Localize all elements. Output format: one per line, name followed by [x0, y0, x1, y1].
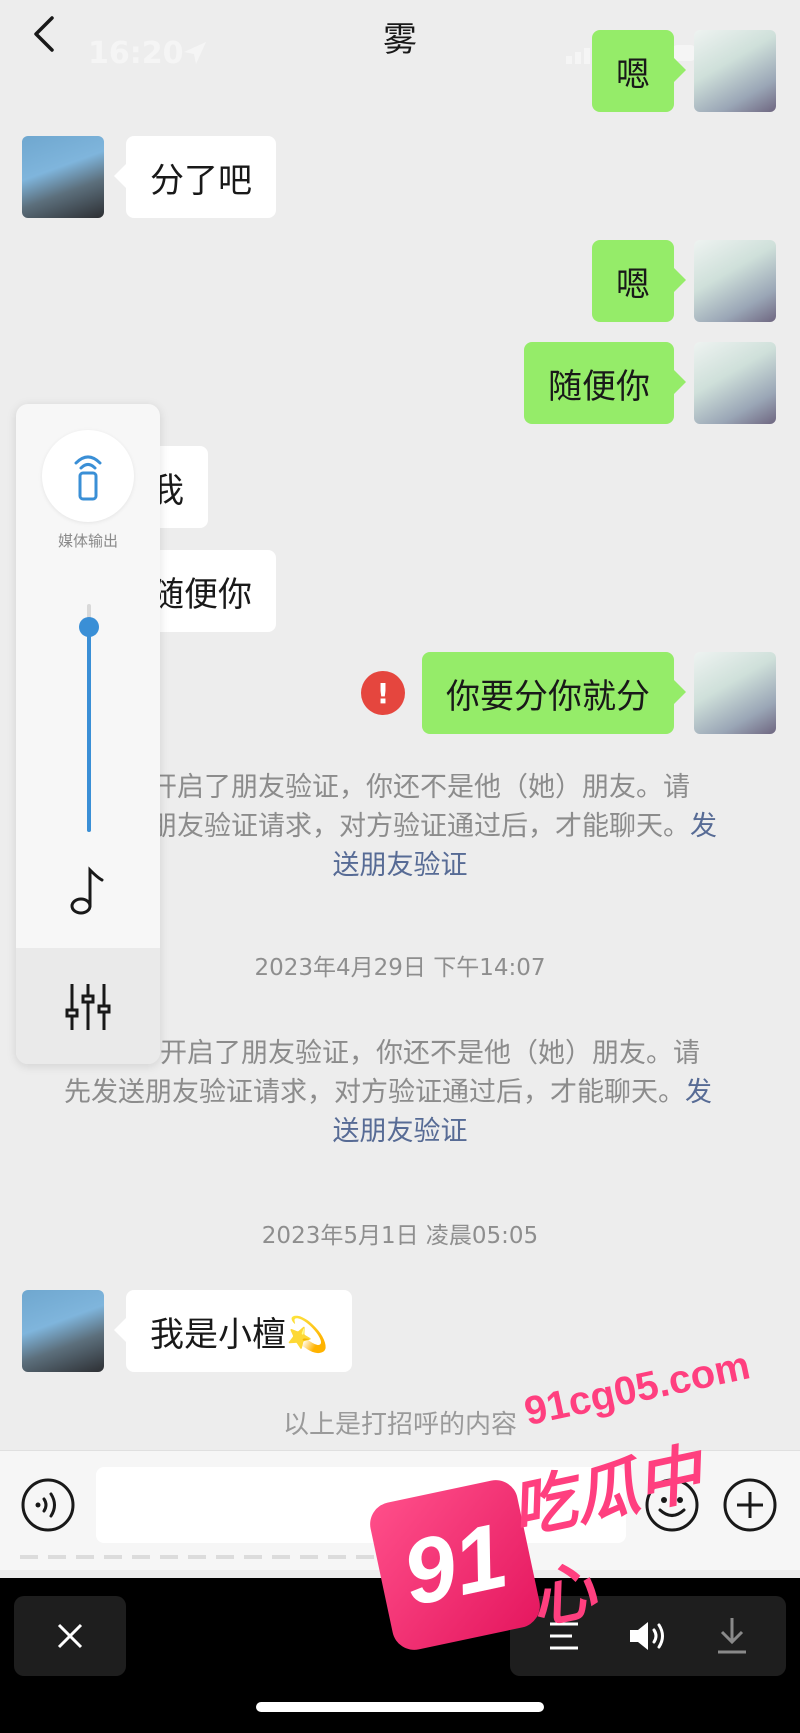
watermark-url: 91cg05.com [520, 1343, 754, 1435]
avatar[interactable] [694, 30, 776, 112]
avatar[interactable] [694, 342, 776, 424]
close-icon [57, 1623, 83, 1649]
notice-text: 先发送朋友验证请求，对方验证通过后，才能聊天。 [64, 1077, 685, 1108]
system-notice: 开启了朋友验证，你还不是他（她）朋友。请 朋友验证请求，对方验证通过后，才能聊天… [150, 768, 740, 846]
notice-line: 开启了朋友验证，你还不是他（她）朋友。请 [150, 772, 690, 803]
notice-text: 朋友验证请求，对方验证通过后，才能聊天。 [150, 811, 690, 842]
message-bubble-sent[interactable]: 嗯 [592, 30, 686, 112]
media-output-icon [74, 455, 102, 501]
media-output-label: 媒体输出 [57, 532, 118, 550]
home-indicator [256, 1702, 544, 1712]
watermark-name: 吃瓜中心 [504, 1436, 709, 1640]
notice-line: 先发送朋友验证请求，对方验证通过后，才能聊天。发 [64, 1073, 740, 1112]
message-text: 嗯 [616, 264, 650, 305]
timestamp: 2023年5月1日 凌晨05:05 [261, 1223, 539, 1249]
status-time: 16:20 [88, 36, 184, 71]
avatar[interactable] [694, 240, 776, 322]
voice-input-icon[interactable] [20, 1477, 76, 1533]
message-text: 你要分你就分 [446, 676, 650, 717]
media-output-button[interactable] [42, 430, 134, 522]
message-text: 分了吧 [150, 160, 252, 201]
volume-fill [87, 626, 91, 832]
volume-thumb[interactable] [79, 616, 99, 637]
avatar[interactable] [22, 136, 104, 218]
equalizer-icon[interactable] [64, 982, 112, 1032]
system-notice: 开启了朋友验证，你还不是他（她）朋友。请 先发送朋友验证请求，对方验证通过后，才… [64, 1034, 740, 1112]
equalizer-section [16, 948, 160, 1064]
message-text: 随便你 [150, 574, 252, 615]
message-text: 随便你 [548, 366, 650, 407]
watermark-logo: 91 91cg05.com 吃瓜中心 [366, 1343, 760, 1654]
location-arrow-icon [184, 42, 206, 64]
message-bubble-sent[interactable]: 随便你 [524, 342, 686, 424]
send-verification-link[interactable]: 送朋友验证 [333, 850, 468, 881]
message-bubble-received[interactable]: 分了吧 [114, 136, 276, 218]
notice-line: 朋友验证请求，对方验证通过后，才能聊天。发 [150, 807, 740, 846]
message-bubble-received[interactable]: 我是小檀💫 [113, 1290, 353, 1372]
system-notice-link-line: 送朋友验证 [60, 846, 740, 885]
message-text: 嗯 [616, 54, 650, 95]
avatar[interactable] [694, 652, 776, 734]
system-notice-link-line: 送朋友验证 [60, 1112, 740, 1151]
send-verification-link[interactable]: 发 [690, 811, 717, 842]
music-note-icon[interactable] [68, 866, 108, 916]
send-verification-link[interactable]: 发 [685, 1077, 712, 1108]
message-text: 我是小檀💫 [150, 1314, 329, 1355]
message-bubble-sent[interactable]: 你要分你就分 [422, 652, 686, 734]
close-button[interactable] [14, 1596, 126, 1676]
volume-slider[interactable] [79, 604, 99, 832]
send-failed-icon[interactable]: ! [361, 671, 405, 715]
send-verification-link[interactable]: 送朋友验证 [333, 1116, 468, 1147]
avatar[interactable] [22, 1290, 104, 1372]
message-bubble-sent[interactable]: 嗯 [592, 240, 686, 322]
media-output-panel: 媒体输出 [16, 404, 160, 1064]
notice-line: 开启了朋友验证，你还不是他（她）朋友。请 [160, 1038, 700, 1069]
